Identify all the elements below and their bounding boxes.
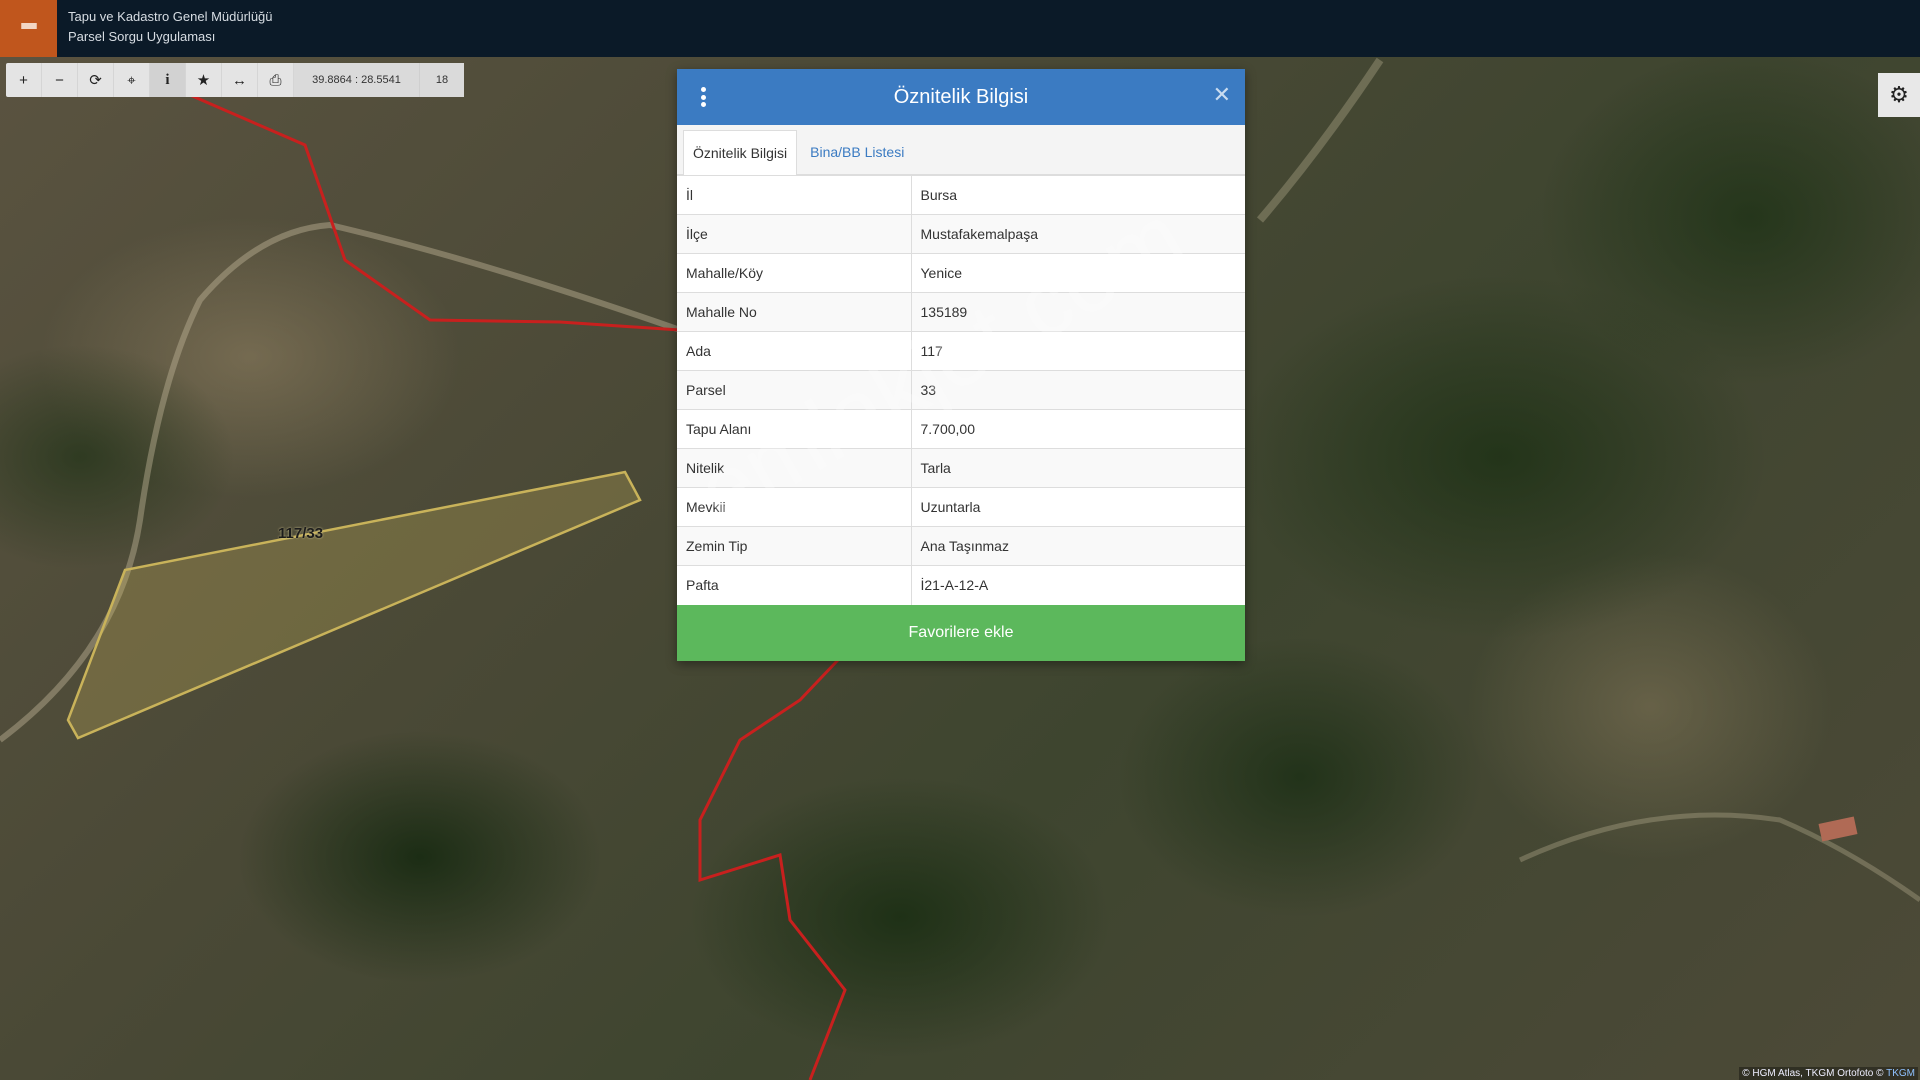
measure-button[interactable]: ↔ bbox=[222, 63, 258, 97]
table-row: Parsel 33 bbox=[677, 370, 1245, 410]
hamburger-icon bbox=[20, 22, 37, 35]
gear-icon: ⚙ bbox=[1889, 82, 1909, 107]
attribute-dialog: Öznitelik Bilgisi ✕ Öznitelik Bilgisi Bi… bbox=[677, 69, 1245, 661]
zoom-in-button[interactable]: + bbox=[6, 63, 42, 97]
map-toolbar: + − ⟳ ⌖ i ★ ↔ ⎙ 39.8864 : 28.5541 18 bbox=[6, 63, 464, 97]
attribute-key: Mahalle No bbox=[677, 292, 912, 332]
attribute-value: 7.700,00 bbox=[911, 409, 1245, 449]
attribute-key: Mahalle/Köy bbox=[677, 253, 912, 293]
app-name: Parsel Sorgu Uygulaması bbox=[68, 29, 216, 44]
print-icon: ⎙ bbox=[269, 71, 282, 89]
org-name: Tapu ve Kadastro Genel Müdürlüğü bbox=[68, 9, 273, 24]
locate-button[interactable]: ⌖ bbox=[114, 63, 150, 97]
more-options-icon[interactable] bbox=[701, 87, 707, 107]
dialog-header: Öznitelik Bilgisi ✕ bbox=[677, 69, 1245, 125]
add-to-favorites-button[interactable]: Favorilere ekle bbox=[677, 604, 1245, 661]
zoom-out-icon: − bbox=[55, 71, 64, 89]
locate-icon: ⌖ bbox=[127, 71, 136, 89]
top-bar: Tapu ve Kadastro Genel Müdürlüğü Parsel … bbox=[0, 0, 1920, 57]
attribute-key: Pafta bbox=[677, 565, 912, 605]
attribute-value: İ21-A-12-A bbox=[911, 565, 1245, 605]
district-boundary-south bbox=[698, 658, 847, 1080]
attribute-key: Zemin Tip bbox=[677, 526, 912, 566]
dirt-road-2 bbox=[1256, 57, 1384, 223]
attribute-key: Parsel bbox=[677, 370, 912, 410]
zoom-level: 18 bbox=[420, 63, 464, 97]
map-attribution: © HGM Atlas, TKGM Ortofoto © TKGM bbox=[1739, 1067, 1918, 1080]
attribute-table: İl Bursa İlçe Mustafakemalpaşa Mahalle/Köy Ye… bbox=[677, 175, 1245, 605]
print-button[interactable]: ⎙ bbox=[258, 63, 294, 97]
parcel-polygon[interactable] bbox=[66, 470, 642, 740]
refresh-button[interactable]: ⟳ bbox=[78, 63, 114, 97]
zoom-in-icon: + bbox=[19, 71, 28, 89]
settings-button[interactable]: ⚙ bbox=[1878, 73, 1920, 117]
attribute-key: İl bbox=[677, 175, 912, 215]
district-boundary bbox=[189, 93, 681, 332]
dialog-tabs: Öznitelik Bilgisi Bina/BB Listesi bbox=[677, 125, 1245, 175]
star-icon: ★ bbox=[196, 72, 211, 89]
tab-building-list[interactable]: Bina/BB Listesi bbox=[797, 130, 913, 174]
attribute-key: Mevkii bbox=[677, 487, 912, 527]
attribute-value: Uzuntarla bbox=[911, 487, 1245, 527]
attribute-key: İlçe bbox=[677, 214, 912, 254]
info-button[interactable]: i bbox=[150, 63, 186, 97]
dialog-title: Öznitelik Bilgisi bbox=[893, 85, 1029, 108]
parcel-label: 117/33 bbox=[278, 525, 324, 542]
favorites-button[interactable]: ★ bbox=[186, 63, 222, 97]
building bbox=[1818, 816, 1858, 842]
attribute-value: 117 bbox=[911, 331, 1245, 371]
attribute-key: Tapu Alanı bbox=[677, 409, 912, 449]
refresh-icon: ⟳ bbox=[89, 72, 102, 89]
attribute-key: Nitelik bbox=[677, 448, 912, 488]
table-row: Mevkii Uzuntarla bbox=[677, 487, 1245, 527]
tab-attributes[interactable]: Öznitelik Bilgisi bbox=[683, 130, 798, 175]
menu-button[interactable] bbox=[0, 0, 57, 57]
table-row: İlçe Mustafakemalpaşa bbox=[677, 214, 1245, 254]
close-icon[interactable]: ✕ bbox=[1213, 83, 1231, 107]
table-row: Zemin Tip Ana Taşınmaz bbox=[677, 526, 1245, 566]
attribute-key: Ada bbox=[677, 331, 912, 371]
attribute-value: Tarla bbox=[911, 448, 1245, 488]
info-icon: i bbox=[165, 71, 170, 88]
app-title: Tapu ve Kadastro Genel Müdürlüğü Parsel … bbox=[68, 7, 273, 47]
table-row: Ada 117 bbox=[677, 331, 1245, 371]
attribute-value: 33 bbox=[911, 370, 1245, 410]
attribute-value: Mustafakemalpaşa bbox=[911, 214, 1245, 254]
attribution-link[interactable]: TKGM bbox=[1886, 1068, 1915, 1079]
measure-icon: ↔ bbox=[232, 71, 247, 89]
attribution-text: © HGM Atlas, TKGM Ortofoto © bbox=[1742, 1068, 1884, 1079]
table-row: Nitelik Tarla bbox=[677, 448, 1245, 488]
table-row: İl Bursa bbox=[677, 175, 1245, 215]
attribute-value: Yenice bbox=[911, 253, 1245, 293]
attribute-value: Ana Taşınmaz bbox=[911, 526, 1245, 566]
table-row: Mahalle/Köy Yenice bbox=[677, 253, 1245, 293]
coordinate-readout: 39.8864 : 28.5541 bbox=[294, 63, 420, 97]
table-row: Pafta İ21-A-12-A bbox=[677, 565, 1245, 605]
table-row: Mahalle No 135189 bbox=[677, 292, 1245, 332]
zoom-out-button[interactable]: − bbox=[42, 63, 78, 97]
attribute-value: Bursa bbox=[911, 175, 1245, 215]
attribute-value: 135189 bbox=[911, 292, 1245, 332]
table-row: Tapu Alanı 7.700,00 bbox=[677, 409, 1245, 449]
dirt-road-3 bbox=[1518, 812, 1920, 903]
